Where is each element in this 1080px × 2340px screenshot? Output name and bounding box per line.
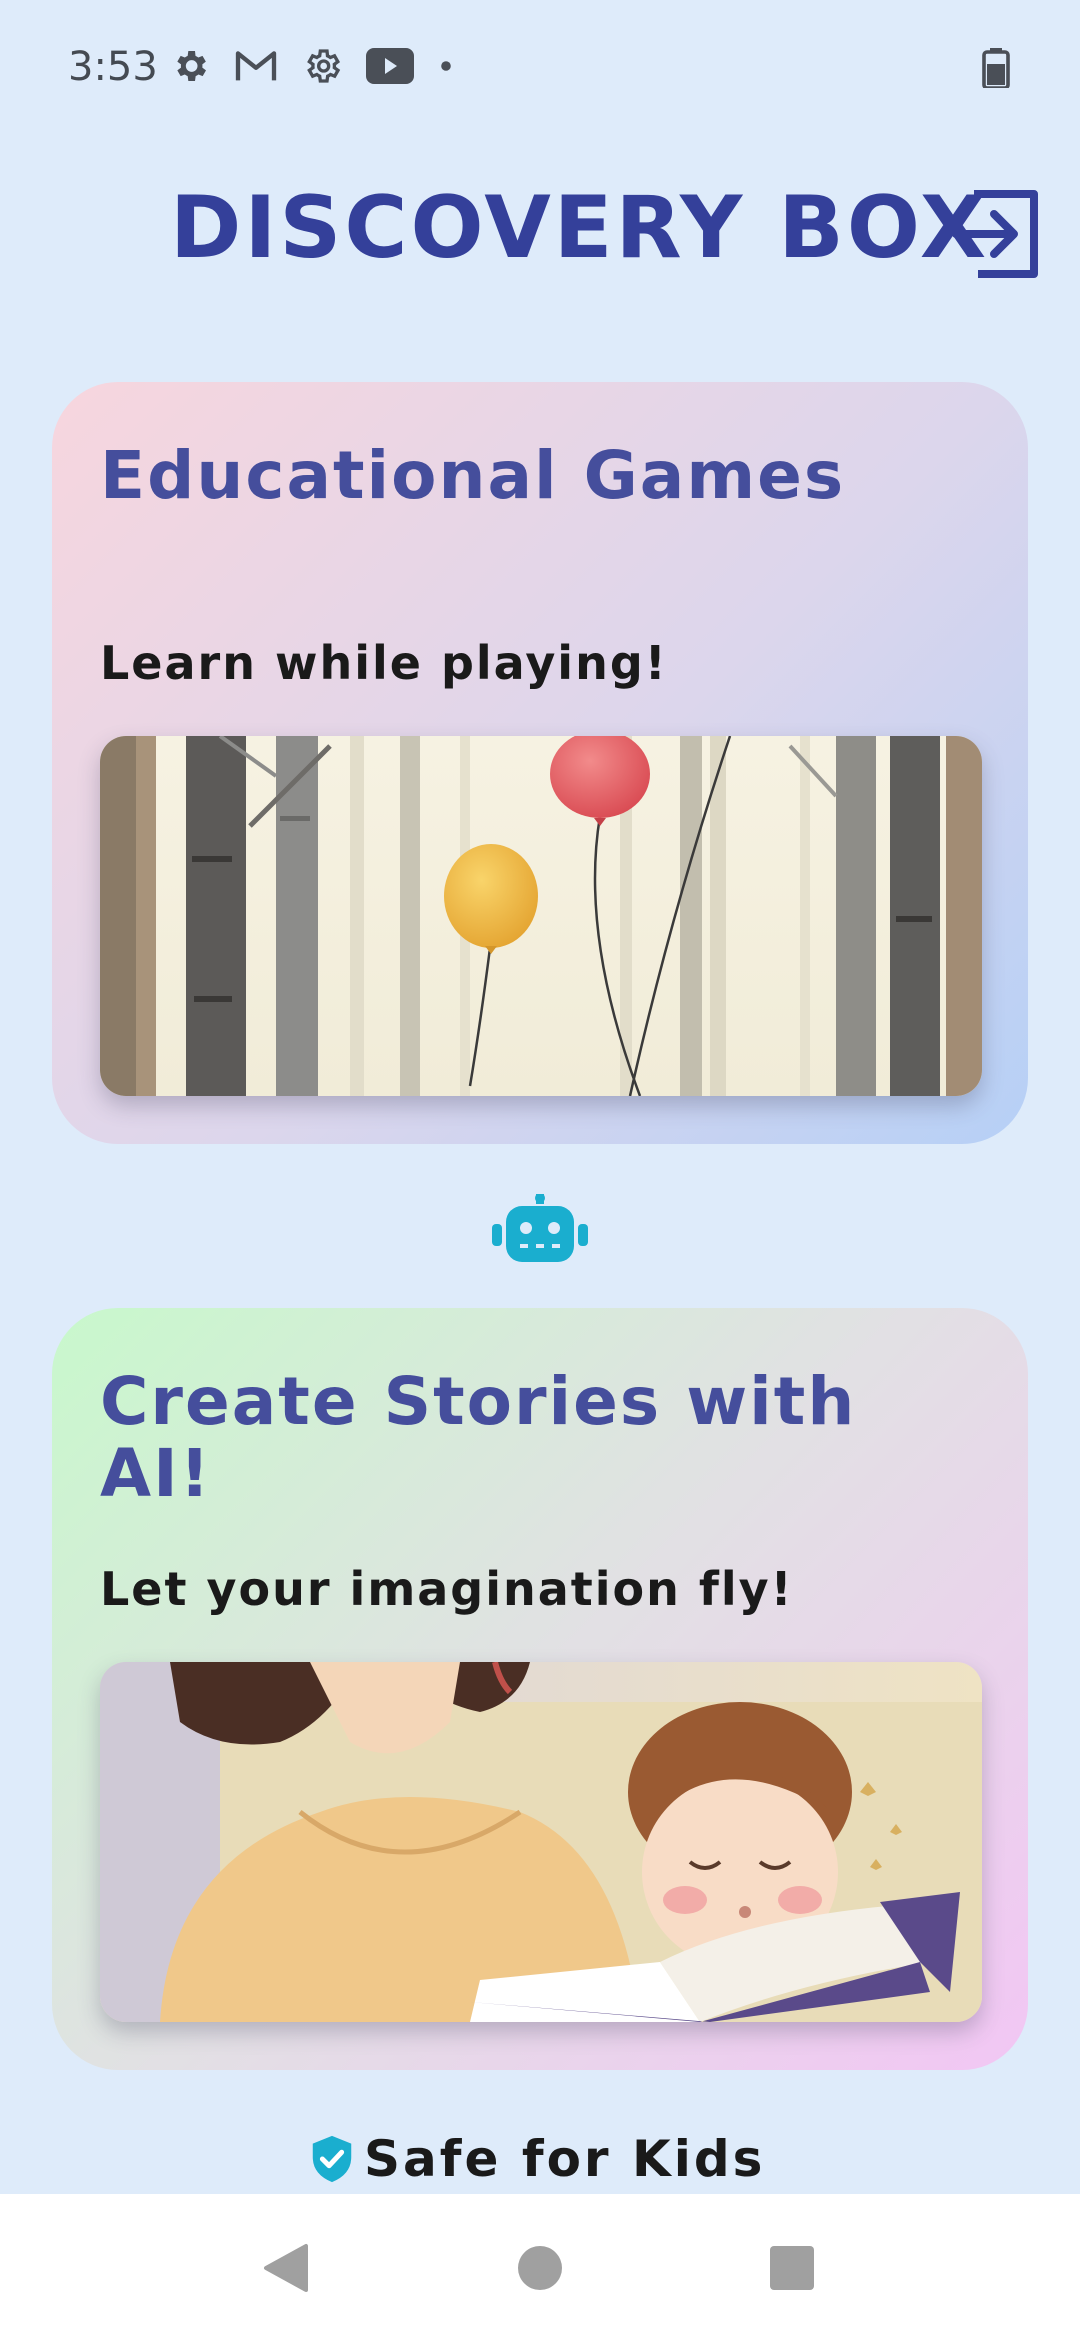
mother-reading-image <box>100 1662 982 2022</box>
settings-icon <box>170 46 210 86</box>
logout-button[interactable] <box>948 186 1044 282</box>
app-title: DISCOVERY BOX <box>170 178 990 278</box>
educational-games-card[interactable]: Educational Games Learn while playing! <box>52 382 1028 1144</box>
home-button[interactable] <box>510 2238 570 2298</box>
shield-check-icon <box>312 2135 352 2183</box>
status-time: 3:53 <box>68 44 158 90</box>
card-title: Educational Games <box>100 437 846 514</box>
settings-icon <box>302 46 342 86</box>
youtube-icon <box>366 48 414 84</box>
safe-for-kids-badge: Safe for Kids <box>308 2130 765 2188</box>
safe-for-kids-text: Safe for Kids <box>364 2130 766 2188</box>
recents-button[interactable] <box>762 2238 822 2298</box>
balloons-forest-image <box>100 736 982 1096</box>
status-icons <box>170 46 454 86</box>
robot-icon <box>490 1193 590 1264</box>
card-title: Create Stories with AI! <box>100 1363 857 1512</box>
recents-icon <box>770 2246 814 2290</box>
battery-icon <box>982 48 1010 92</box>
card-subtitle: Let your imagination fly! <box>100 1562 794 1616</box>
home-icon <box>518 2246 562 2290</box>
gmail-icon <box>234 48 278 84</box>
back-icon <box>264 2244 308 2292</box>
create-stories-card[interactable]: Create Stories with AI! Let your imagina… <box>52 1308 1028 2070</box>
card-subtitle: Learn while playing! <box>100 636 668 690</box>
navigation-bar <box>0 2194 1080 2340</box>
back-button[interactable] <box>256 2238 316 2298</box>
status-bar: 3:53 <box>0 0 1080 140</box>
logout-icon <box>952 190 1038 278</box>
dot-icon <box>438 58 454 74</box>
